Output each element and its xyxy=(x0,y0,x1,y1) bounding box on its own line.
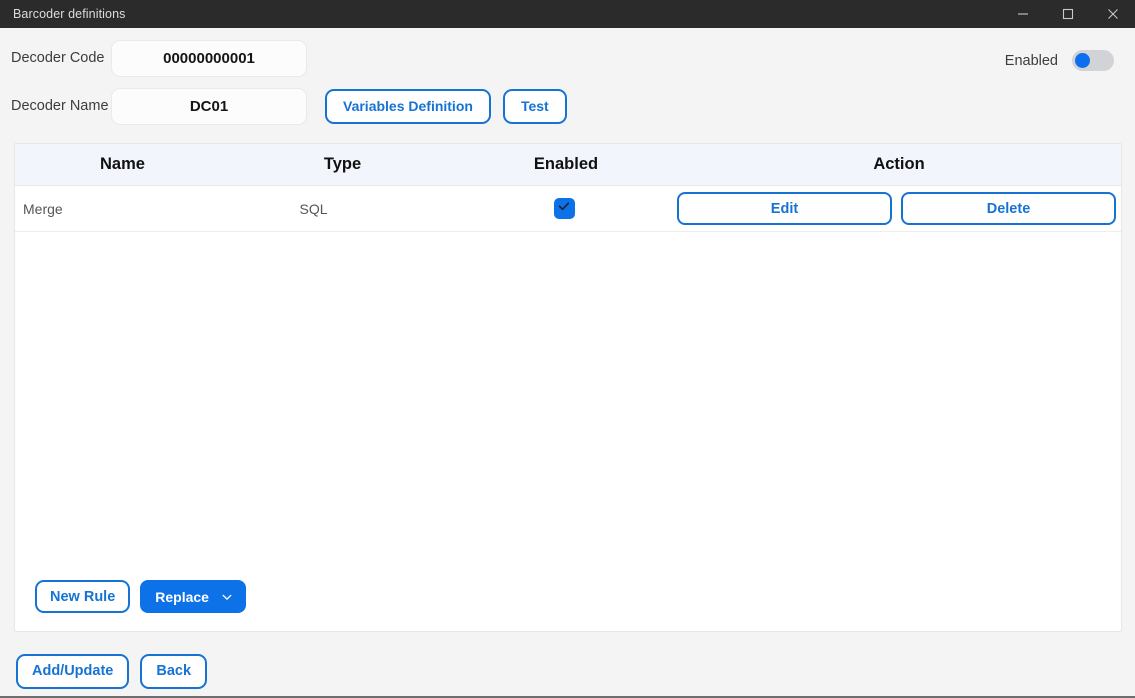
edit-button[interactable]: Edit xyxy=(677,192,892,225)
toggle-knob xyxy=(1075,53,1090,68)
minimize-button[interactable] xyxy=(1000,0,1045,28)
chevron-down-icon xyxy=(221,591,233,603)
cell-rule-enabled xyxy=(455,198,677,219)
decoder-code-row: Decoder Code xyxy=(0,38,1135,78)
column-header-enabled: Enabled xyxy=(455,155,677,174)
rules-panel: Name Type Enabled Action Merge SQL Edit xyxy=(14,143,1122,632)
back-button[interactable]: Back xyxy=(140,654,207,689)
replace-dropdown-button[interactable]: Replace xyxy=(140,580,246,613)
decoder-name-input[interactable] xyxy=(111,88,307,125)
rule-enabled-checkbox[interactable] xyxy=(554,198,575,219)
enabled-toggle-group: Enabled xyxy=(1005,50,1114,71)
new-rule-button[interactable]: New Rule xyxy=(35,580,130,613)
titlebar: Barcoder definitions xyxy=(0,0,1135,28)
table-row[interactable]: Merge SQL Edit Delete xyxy=(15,186,1121,232)
form-actions: Variables Definition Test xyxy=(325,89,567,124)
delete-button[interactable]: Delete xyxy=(901,192,1116,225)
check-icon xyxy=(557,199,571,218)
app-window: Barcoder definitions Decoder Code Decode… xyxy=(0,0,1135,698)
add-update-button[interactable]: Add/Update xyxy=(16,654,129,689)
enabled-label: Enabled xyxy=(1005,53,1058,69)
cell-rule-actions: Edit Delete xyxy=(677,192,1121,225)
replace-label: Replace xyxy=(155,589,209,605)
cell-rule-type: SQL xyxy=(230,201,455,217)
cell-rule-name: Merge xyxy=(15,201,230,217)
maximize-button[interactable] xyxy=(1045,0,1090,28)
enabled-toggle[interactable] xyxy=(1072,50,1114,71)
window-footer: Add/Update Back xyxy=(0,632,1135,696)
variables-definition-button[interactable]: Variables Definition xyxy=(325,89,491,124)
close-icon xyxy=(1107,8,1119,20)
close-button[interactable] xyxy=(1090,0,1135,28)
test-button[interactable]: Test xyxy=(503,89,567,124)
column-header-name: Name xyxy=(15,155,230,174)
decoder-name-label: Decoder Name xyxy=(11,98,111,114)
table-body: Merge SQL Edit Delete xyxy=(15,186,1121,580)
window-title: Barcoder definitions xyxy=(0,7,125,21)
decoder-form: Decoder Code Decoder Name Variables Defi… xyxy=(0,28,1135,140)
decoder-code-input[interactable] xyxy=(111,40,307,77)
minimize-icon xyxy=(1017,8,1029,20)
column-header-action: Action xyxy=(677,155,1121,174)
table-header-row: Name Type Enabled Action xyxy=(15,144,1121,186)
decoder-name-row: Decoder Name Variables Definition Test xyxy=(0,86,1135,126)
panel-footer: New Rule Replace xyxy=(15,580,1121,631)
maximize-icon xyxy=(1062,8,1074,20)
decoder-code-label: Decoder Code xyxy=(11,50,111,66)
column-header-type: Type xyxy=(230,155,455,174)
